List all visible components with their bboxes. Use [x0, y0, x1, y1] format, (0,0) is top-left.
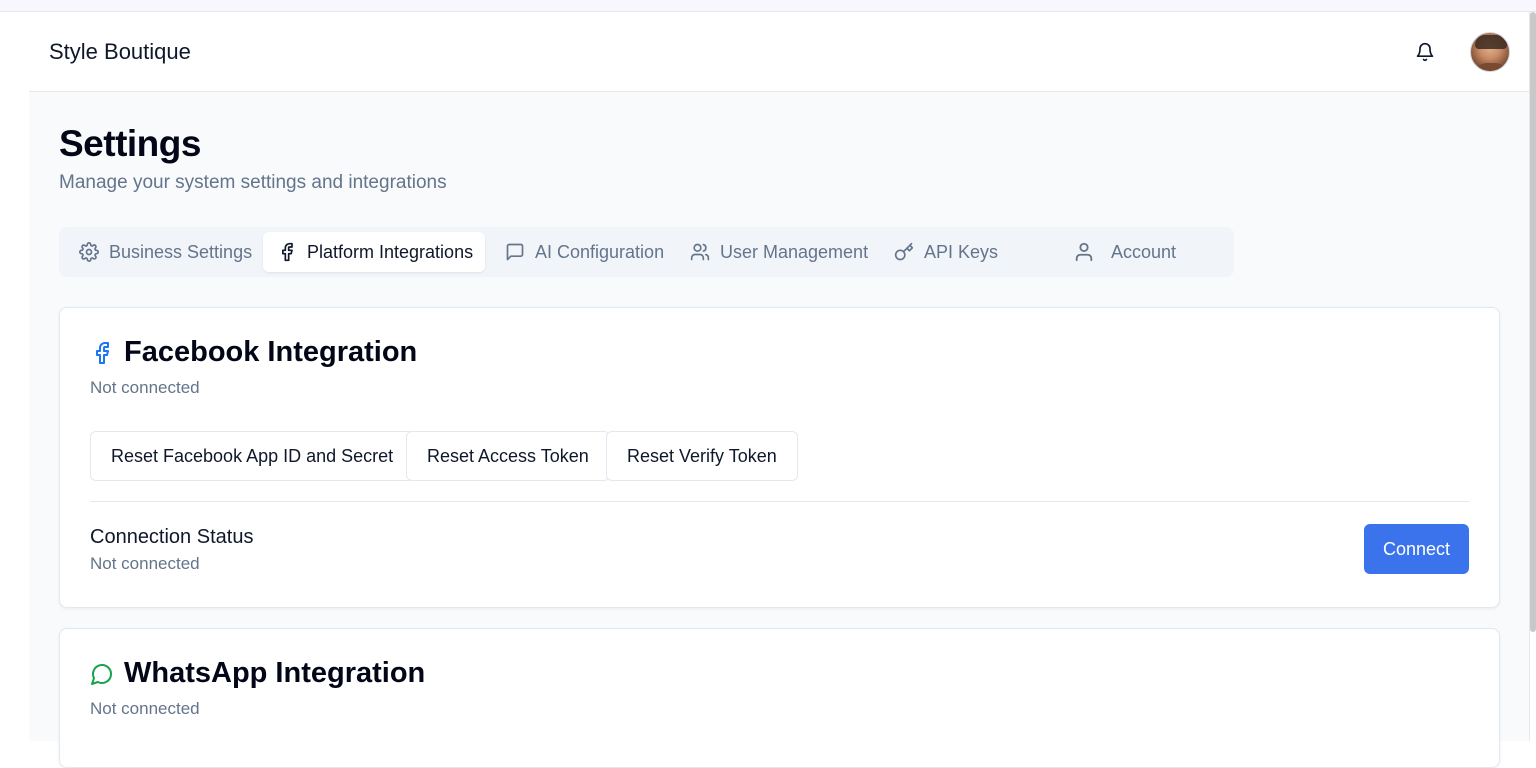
browser-top-strip — [0, 0, 1536, 12]
facebook-integration-card: Facebook Integration Not connected Reset… — [59, 307, 1500, 608]
whatsapp-card-title: WhatsApp Integration — [90, 657, 425, 690]
connect-button[interactable]: Connect — [1364, 524, 1469, 574]
tab-label: Business Settings — [109, 241, 253, 262]
message-square-icon — [506, 243, 524, 261]
app-header: Style Boutique — [29, 12, 1529, 92]
key-icon — [894, 242, 914, 261]
facebook-icon — [96, 341, 109, 364]
main-content: Settings Manage your system settings and… — [29, 92, 1529, 768]
tab-ai-configuration[interactable]: AI Configuration — [499, 232, 670, 272]
whatsapp-integration-card: WhatsApp Integration Not connected — [59, 628, 1500, 768]
tab-label: User Management — [720, 241, 869, 262]
divider — [90, 501, 1469, 502]
connection-status-label: Connection Status — [90, 526, 254, 548]
tab-business-settings[interactable]: Business Settings — [73, 232, 258, 272]
reset-app-id-secret-button[interactable]: Reset Facebook App ID and Secret — [90, 431, 415, 481]
tab-label: API Keys — [924, 241, 999, 262]
users-icon — [690, 243, 710, 261]
facebook-title-text: Facebook Integration — [124, 336, 418, 368]
tab-label: Account — [1111, 241, 1177, 262]
avatar[interactable] — [1470, 32, 1510, 72]
whatsapp-status: Not connected — [90, 699, 200, 718]
bell-icon[interactable] — [1412, 39, 1438, 65]
gear-icon — [79, 242, 99, 262]
tab-account[interactable]: Account — [1067, 232, 1182, 272]
user-icon — [1075, 242, 1093, 262]
reset-verify-token-button[interactable]: Reset Verify Token — [606, 431, 798, 481]
scrollbar[interactable] — [1530, 12, 1536, 632]
settings-tabs: Business Settings Platform Integrations … — [59, 227, 1234, 277]
tab-label: Platform Integrations — [307, 241, 474, 262]
tab-label: AI Configuration — [535, 241, 665, 262]
tab-platform-integrations[interactable]: Platform Integrations — [263, 232, 485, 272]
connection-status-value: Not connected — [90, 554, 200, 573]
facebook-status: Not connected — [90, 378, 200, 397]
reset-access-token-button[interactable]: Reset Access Token — [406, 431, 610, 481]
page-title: Settings — [59, 123, 201, 164]
facebook-card-title: Facebook Integration — [90, 336, 417, 369]
page-subtitle: Manage your system settings and integrat… — [59, 172, 447, 193]
brand-name[interactable]: Style Boutique — [49, 39, 191, 65]
tab-api-keys[interactable]: API Keys — [888, 232, 1004, 272]
whatsapp-icon — [91, 663, 112, 685]
facebook-icon — [282, 242, 293, 262]
tab-user-management[interactable]: User Management — [684, 232, 874, 272]
whatsapp-title-text: WhatsApp Integration — [124, 657, 426, 689]
